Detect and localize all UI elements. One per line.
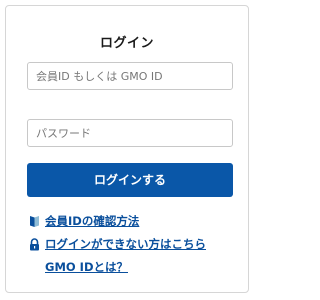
login-title: ログイン	[99, 36, 154, 51]
gmo-id-link-row: GMO IDとは？	[45, 259, 128, 275]
confirm-id-link[interactable]: 会員IDの確認方法	[45, 213, 139, 229]
login-button[interactable]: ログインする	[27, 163, 233, 197]
login-card: ログイン ログインする 会員IDの確認方法 ログインができない方はこちら GMO…	[5, 5, 249, 293]
cannot-login-link-row: ログインができない方はこちら	[28, 236, 206, 252]
what-is-gmo-id-link[interactable]: GMO IDとは？	[45, 259, 128, 275]
lock-icon	[28, 237, 41, 251]
member-id-input[interactable]	[27, 62, 233, 90]
confirm-id-link-row: 会員IDの確認方法	[28, 213, 139, 229]
cannot-login-link[interactable]: ログインができない方はこちら	[45, 236, 206, 252]
id-card-icon	[28, 215, 41, 228]
password-input[interactable]	[27, 119, 233, 147]
